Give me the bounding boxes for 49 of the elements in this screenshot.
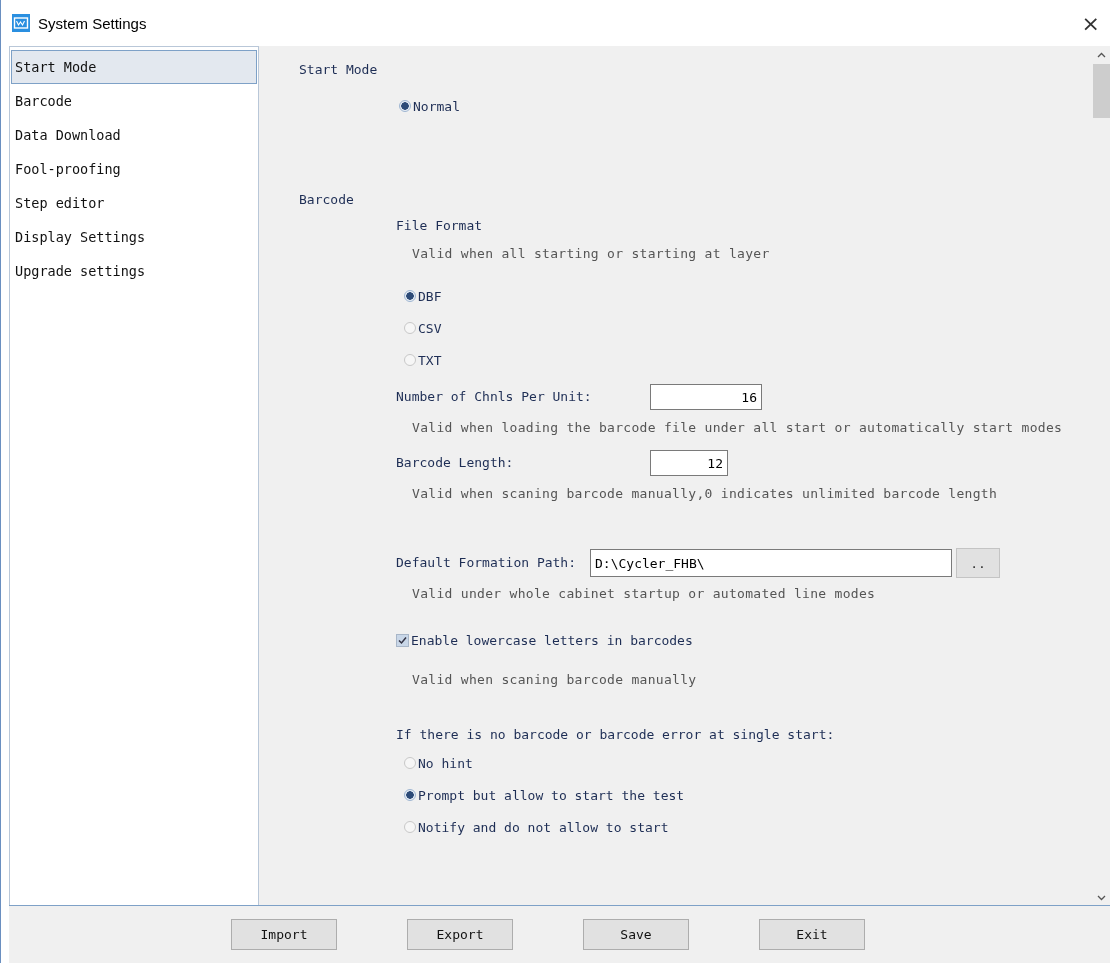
- hint-text: Valid when loading the barcode file under all start or automatically start modes: [412, 419, 1064, 437]
- dialog-button[interactable]: Export: [407, 919, 513, 950]
- sidebar-item[interactable]: Start Mode: [11, 50, 257, 84]
- path-field[interactable]: D:\Cycler_FHB\: [590, 549, 952, 577]
- radio-option[interactable]: CSV: [404, 312, 442, 344]
- checkbox[interactable]: [396, 633, 409, 647]
- checkbox-option[interactable]: Enable lowercase letters in barcodes: [396, 630, 693, 650]
- number-field[interactable]: 16: [650, 384, 762, 410]
- radio-option[interactable]: DBF: [404, 280, 442, 312]
- close-button[interactable]: ×: [1077, 10, 1104, 36]
- radio-option[interactable]: No hint: [404, 747, 473, 779]
- hint-text: Valid when scaning barcode manually: [412, 671, 698, 689]
- sidebar-item[interactable]: Fool-proofing: [11, 152, 257, 186]
- browse-button[interactable]: ..: [956, 548, 1000, 578]
- radio-option[interactable]: Prompt but allow to start the test: [404, 779, 685, 811]
- sidebar-item[interactable]: Barcode: [11, 84, 257, 118]
- window-title: System Settings: [38, 14, 147, 32]
- dialog-button[interactable]: Exit: [759, 919, 865, 950]
- radio-option[interactable]: TXT: [404, 344, 442, 376]
- hint-text: Valid when scaning barcode manually,0 indicates unlimited barcode length: [412, 485, 999, 503]
- sidebar-item[interactable]: Upgrade settings: [11, 254, 257, 288]
- section-heading: Start Mode: [299, 61, 379, 79]
- setting-label: Barcode Length:: [396, 454, 515, 472]
- sidebar-item[interactable]: Data Download: [11, 118, 257, 152]
- sidebar-item[interactable]: Step editor: [11, 186, 257, 220]
- radio-icon[interactable]: [404, 322, 416, 334]
- radio-icon[interactable]: [404, 757, 416, 769]
- scroll-thumb[interactable]: [1093, 64, 1110, 118]
- scroll-down-icon[interactable]: [1097, 895, 1106, 901]
- dialog-button[interactable]: Save: [583, 919, 689, 950]
- hint-text: Valid under whole cabinet startup or automated line modes: [412, 585, 877, 603]
- setting-label: Number of Chnls Per Unit:: [396, 388, 593, 406]
- section-heading: Barcode: [299, 191, 355, 209]
- app-icon: [12, 14, 30, 32]
- dialog-button[interactable]: Import: [231, 919, 337, 950]
- sidebar-item[interactable]: Display Settings: [11, 220, 257, 254]
- radio-option[interactable]: Notify and do not allow to start: [404, 811, 669, 843]
- number-field[interactable]: 12: [650, 450, 728, 476]
- setting-label: Default Formation Path:: [396, 554, 577, 572]
- scroll-up-icon[interactable]: [1097, 52, 1106, 58]
- setting-label: If there is no barcode or barcode error at single start:: [396, 726, 835, 744]
- radio-icon[interactable]: [404, 354, 416, 366]
- radio-option[interactable]: Normal: [399, 90, 460, 122]
- hint-text: Valid when all starting or starting at layer: [412, 245, 771, 263]
- radio-icon[interactable]: [399, 100, 411, 112]
- setting-label: File Format: [396, 217, 483, 235]
- radio-icon[interactable]: [404, 290, 416, 302]
- radio-icon[interactable]: [404, 821, 416, 833]
- radio-icon[interactable]: [404, 789, 416, 801]
